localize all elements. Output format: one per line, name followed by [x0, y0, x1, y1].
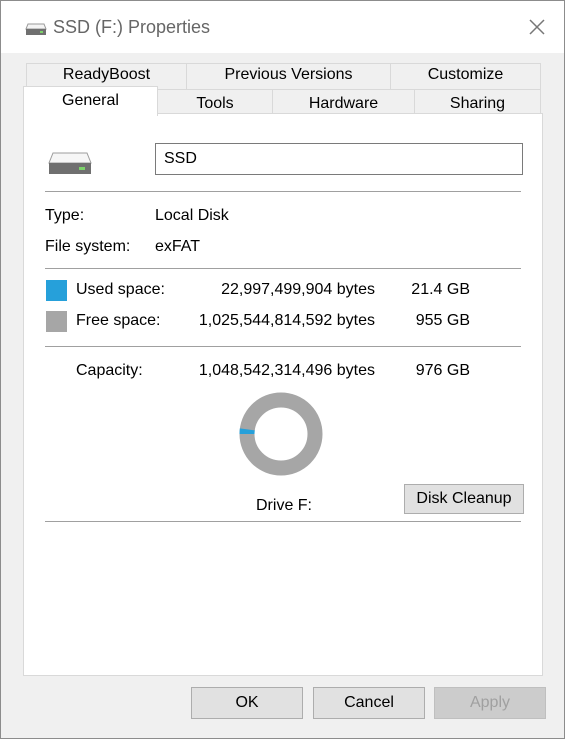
- divider: [45, 191, 521, 192]
- apply-button[interactable]: Apply: [434, 687, 546, 719]
- used-space-label: Used space:: [76, 281, 165, 298]
- divider: [45, 268, 521, 269]
- tab-label: Customize: [427, 66, 504, 83]
- tab-label: Previous Versions: [224, 66, 353, 83]
- free-space-gb: 955 GB: [415, 312, 470, 329]
- used-space-swatch: [46, 280, 67, 301]
- drive-icon: [25, 23, 47, 42]
- ok-button[interactable]: OK: [191, 687, 303, 719]
- divider: [45, 521, 521, 522]
- tab-label: General: [62, 92, 119, 109]
- tab-general[interactable]: General: [23, 86, 158, 116]
- type-value: Local Disk: [155, 207, 229, 224]
- capacity-gb: 976 GB: [415, 362, 470, 379]
- tab-label: Tools: [196, 95, 234, 112]
- title-bar: SSD (F:) Properties: [1, 1, 564, 53]
- free-space-ring: [239, 392, 323, 476]
- capacity-bytes: 1,048,542,314,496 bytes: [198, 362, 375, 379]
- free-space-bytes: 1,025,544,814,592 bytes: [198, 312, 375, 329]
- close-icon: [529, 19, 545, 35]
- properties-window: SSD (F:) Properties ReadyBoost Previous …: [0, 0, 565, 739]
- tab-previous-versions[interactable]: Previous Versions: [186, 63, 391, 89]
- drive-name-input[interactable]: [155, 143, 523, 175]
- hard-drive-icon: [48, 152, 92, 181]
- button-label: Cancel: [344, 694, 394, 711]
- button-label: Disk Cleanup: [416, 490, 512, 507]
- disk-cleanup-button[interactable]: Disk Cleanup: [404, 484, 524, 514]
- free-space-swatch: [46, 311, 67, 332]
- close-button[interactable]: [510, 1, 564, 53]
- button-label: Apply: [469, 694, 511, 711]
- capacity-label: Capacity:: [76, 362, 143, 379]
- divider: [45, 346, 521, 347]
- cancel-button[interactable]: Cancel: [313, 687, 425, 719]
- used-space-bytes: 22,997,499,904 bytes: [221, 281, 375, 298]
- type-label: Type:: [45, 207, 85, 224]
- general-panel: Type: Local Disk File system: exFAT Used…: [23, 113, 543, 676]
- tab-label: Hardware: [308, 95, 379, 112]
- disk-usage-donut: [239, 392, 323, 476]
- tab-sharing[interactable]: Sharing: [414, 89, 541, 114]
- file-system-value: exFAT: [155, 238, 201, 255]
- window-title: SSD (F:) Properties: [53, 17, 211, 37]
- free-space-label: Free space:: [76, 312, 161, 329]
- tab-tools[interactable]: Tools: [157, 89, 273, 114]
- tab-hardware[interactable]: Hardware: [272, 89, 415, 114]
- button-label: OK: [235, 694, 259, 711]
- tab-customize[interactable]: Customize: [390, 63, 541, 89]
- tab-label: Sharing: [449, 95, 506, 112]
- file-system-label: File system:: [45, 238, 131, 255]
- used-space-gb: 21.4 GB: [411, 281, 470, 298]
- drive-letter-label: Drive F:: [256, 497, 312, 514]
- tab-label: ReadyBoost: [62, 66, 151, 83]
